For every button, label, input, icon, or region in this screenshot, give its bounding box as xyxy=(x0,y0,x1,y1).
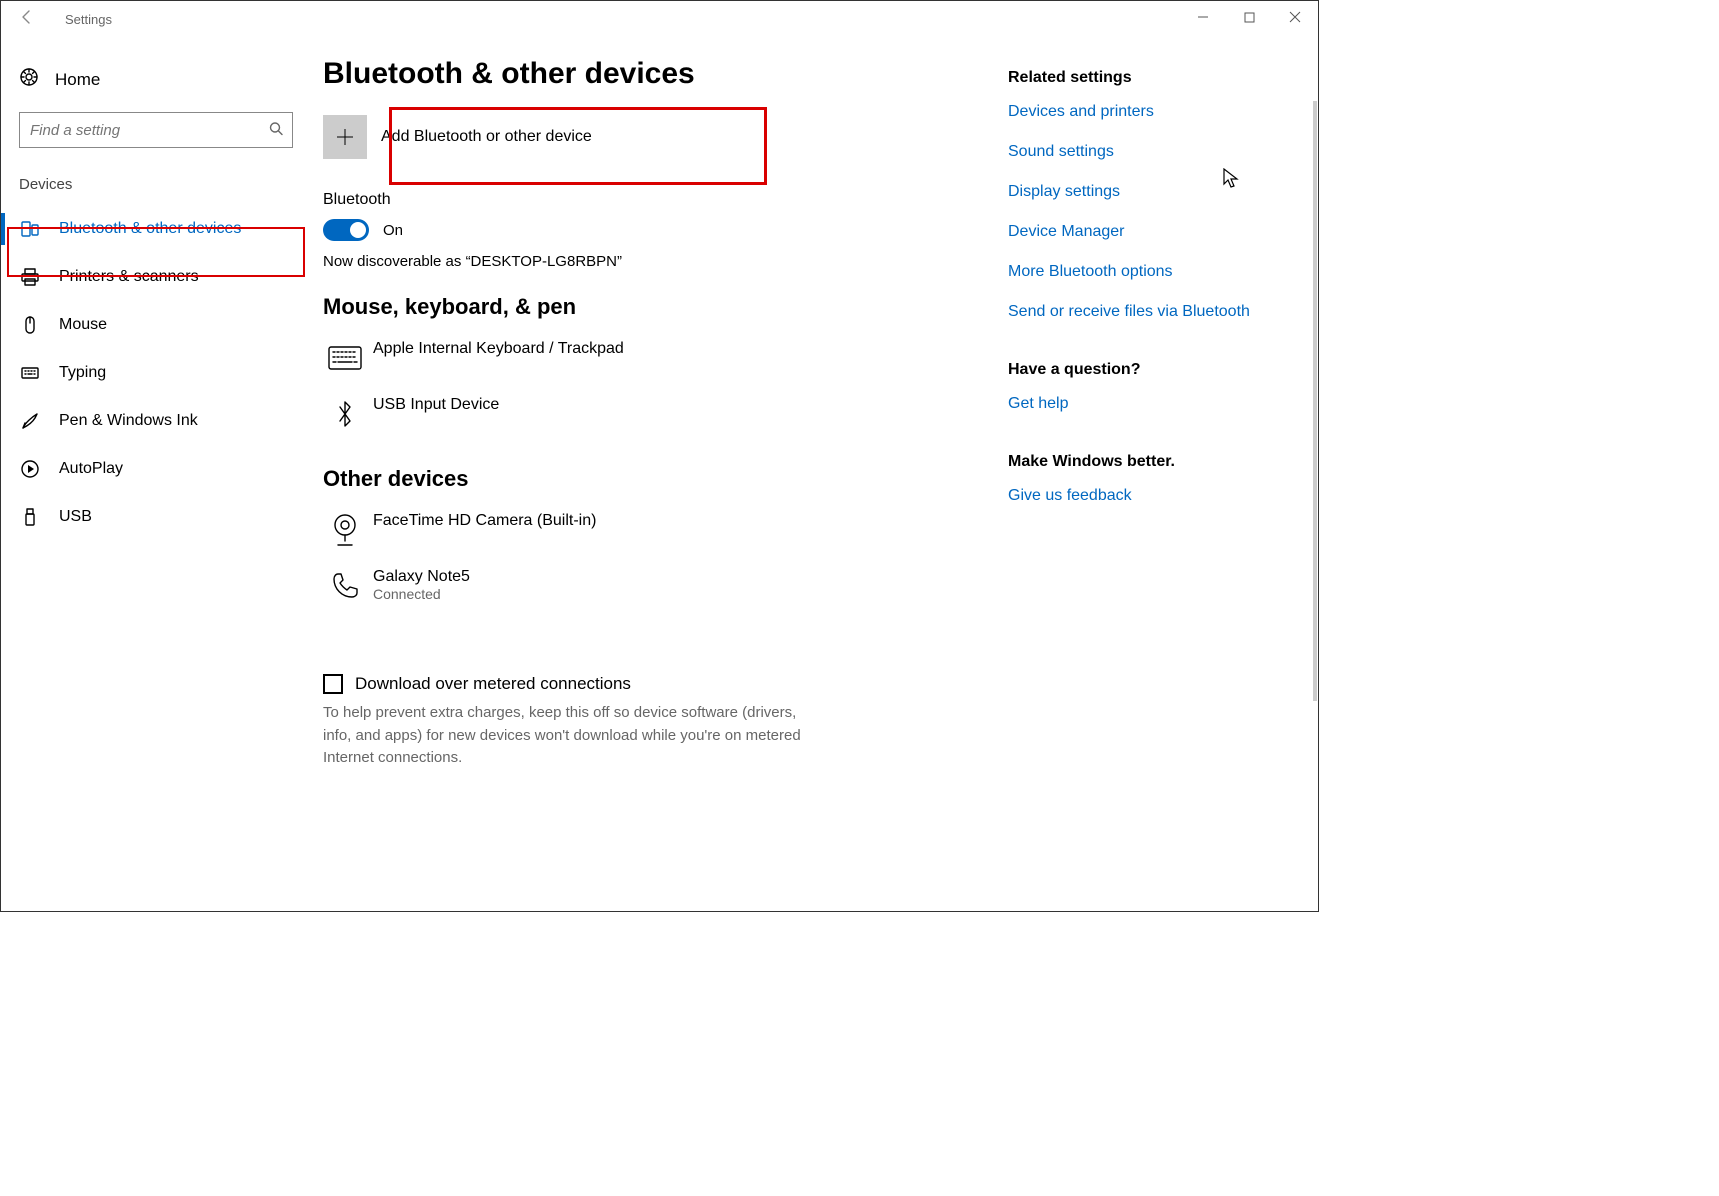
usb-icon xyxy=(19,506,41,528)
phone-icon xyxy=(323,568,367,604)
sidebar-item-autoplay[interactable]: AutoPlay xyxy=(1,445,311,493)
titlebar: Settings xyxy=(1,1,1318,37)
sidebar-item-usb[interactable]: USB xyxy=(1,493,311,541)
keyboard-icon xyxy=(19,362,41,384)
sidebar-home[interactable]: Home xyxy=(1,61,311,112)
toggle-state: On xyxy=(383,222,403,239)
minimize-button[interactable] xyxy=(1180,1,1226,33)
sidebar-item-label: Mouse xyxy=(59,316,107,334)
bluetooth-devices-icon xyxy=(19,218,41,240)
add-device-row[interactable]: Add Bluetooth or other device xyxy=(323,105,978,169)
home-icon xyxy=(19,67,41,92)
metered-checkbox-row: Download over metered connections xyxy=(323,674,978,694)
sidebar-item-pen[interactable]: Pen & Windows Ink xyxy=(1,397,311,445)
printer-icon xyxy=(19,266,41,288)
link-more-bluetooth[interactable]: More Bluetooth options xyxy=(1008,263,1298,281)
link-sound-settings[interactable]: Sound settings xyxy=(1008,143,1298,161)
sidebar-item-typing[interactable]: Typing xyxy=(1,349,311,397)
device-status: Connected xyxy=(373,586,470,602)
bluetooth-section-label: Bluetooth xyxy=(323,191,978,209)
main-content: Bluetooth & other devices Add Bluetooth … xyxy=(311,37,1008,911)
search-input[interactable] xyxy=(19,112,293,148)
pen-icon xyxy=(19,410,41,432)
device-name: FaceTime HD Camera (Built-in) xyxy=(373,512,596,530)
sidebar-item-label: Pen & Windows Ink xyxy=(59,412,198,430)
link-give-feedback[interactable]: Give us feedback xyxy=(1008,487,1298,505)
device-name: Apple Internal Keyboard / Trackpad xyxy=(373,340,624,358)
device-row[interactable]: Galaxy Note5 Connected xyxy=(323,558,978,614)
device-name: USB Input Device xyxy=(373,396,499,414)
device-row[interactable]: Apple Internal Keyboard / Trackpad xyxy=(323,330,978,386)
question-heading: Have a question? xyxy=(1008,361,1298,379)
link-get-help[interactable]: Get help xyxy=(1008,395,1298,413)
link-devices-printers[interactable]: Devices and printers xyxy=(1008,103,1298,121)
link-device-manager[interactable]: Device Manager xyxy=(1008,223,1298,241)
sidebar-section-label: Devices xyxy=(1,176,311,205)
camera-icon xyxy=(323,512,367,548)
sidebar-item-mouse[interactable]: Mouse xyxy=(1,301,311,349)
link-send-receive-files[interactable]: Send or receive files via Bluetooth xyxy=(1008,303,1298,321)
bluetooth-toggle[interactable] xyxy=(323,219,369,241)
page-title: Bluetooth & other devices xyxy=(323,57,978,91)
device-name: Galaxy Note5 xyxy=(373,568,470,586)
metered-label: Download over metered connections xyxy=(355,674,631,694)
metered-checkbox[interactable] xyxy=(323,674,343,694)
close-button[interactable] xyxy=(1272,1,1318,33)
autoplay-icon xyxy=(19,458,41,480)
sidebar-item-label: Typing xyxy=(59,364,106,382)
bluetooth-icon xyxy=(323,396,367,432)
metered-description: To help prevent extra charges, keep this… xyxy=(323,702,803,770)
device-row[interactable]: FaceTime HD Camera (Built-in) xyxy=(323,502,978,558)
bluetooth-toggle-row: On xyxy=(323,219,978,241)
scrollbar[interactable] xyxy=(1313,101,1317,701)
back-button[interactable] xyxy=(19,9,35,30)
home-label: Home xyxy=(55,70,100,90)
sidebar-item-printers[interactable]: Printers & scanners xyxy=(1,253,311,301)
sidebar-item-label: USB xyxy=(59,508,92,526)
window-controls xyxy=(1180,1,1318,33)
add-icon xyxy=(323,115,367,159)
add-device-label: Add Bluetooth or other device xyxy=(381,128,592,146)
related-heading: Related settings xyxy=(1008,69,1298,87)
search-container xyxy=(19,112,293,148)
sidebar-item-label: Printers & scanners xyxy=(59,268,199,286)
link-display-settings[interactable]: Display settings xyxy=(1008,183,1298,201)
discoverable-text: Now discoverable as “DESKTOP-LG8RBPN” xyxy=(323,253,978,270)
sidebar-item-label: Bluetooth & other devices xyxy=(59,220,241,238)
window-title: Settings xyxy=(65,12,112,27)
aside: Related settings Devices and printers So… xyxy=(1008,37,1318,911)
maximize-button[interactable] xyxy=(1226,1,1272,33)
other-devices-heading: Other devices xyxy=(323,466,978,492)
sidebar-item-label: AutoPlay xyxy=(59,460,123,478)
search-icon xyxy=(269,122,283,139)
device-row[interactable]: USB Input Device xyxy=(323,386,978,442)
sidebar: Home Devices Bluetooth & other devices P… xyxy=(1,37,311,911)
feedback-heading: Make Windows better. xyxy=(1008,453,1298,471)
keyboard-device-icon xyxy=(323,340,367,376)
mouse-icon xyxy=(19,314,41,336)
mouse-keyboard-heading: Mouse, keyboard, & pen xyxy=(323,294,978,320)
sidebar-item-bluetooth[interactable]: Bluetooth & other devices xyxy=(1,205,311,253)
